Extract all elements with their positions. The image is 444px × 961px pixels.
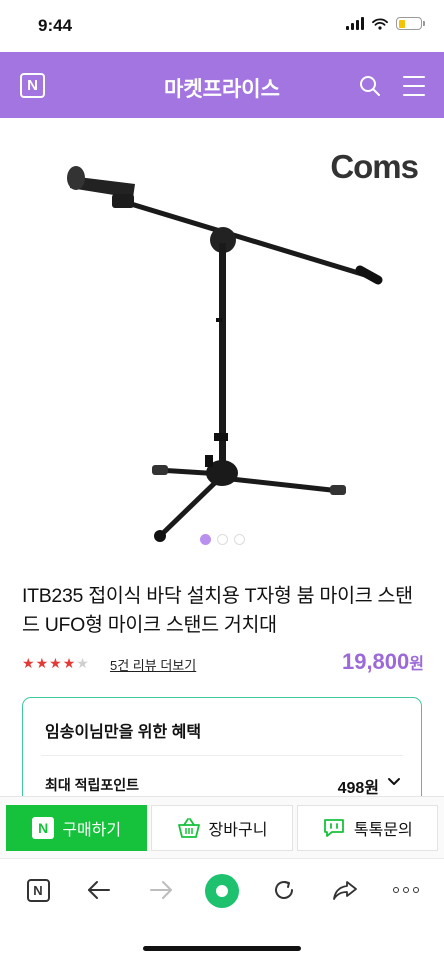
- green-dot-icon: [205, 874, 239, 908]
- price-unit: 원: [409, 656, 424, 673]
- home-indicator: [143, 946, 301, 951]
- star-filled-icon: ★: [35, 655, 49, 671]
- talk-button[interactable]: 톡톡문의: [296, 805, 438, 851]
- signal-icon: [346, 17, 364, 30]
- n-logo-icon: N: [26, 878, 50, 902]
- bottom-action-bar: N 구매하기 장바구니 톡톡문의: [0, 796, 444, 858]
- reload-button[interactable]: [269, 875, 299, 905]
- more-button[interactable]: [391, 875, 421, 905]
- more-icon: [393, 887, 419, 893]
- chevron-down-icon[interactable]: [387, 776, 401, 788]
- app-header: N 마켓프라이스: [0, 52, 444, 118]
- wifi-icon: [372, 17, 388, 30]
- browser-toolbar: N: [0, 858, 444, 961]
- reload-icon: [275, 881, 293, 899]
- buy-button[interactable]: N 구매하기: [6, 805, 148, 851]
- menu-icon[interactable]: [403, 76, 425, 96]
- buy-label: 구매하기: [62, 822, 122, 839]
- carousel-dot[interactable]: [233, 534, 245, 545]
- carousel-dot[interactable]: [216, 534, 228, 545]
- divider: [41, 755, 403, 756]
- product-image-carousel[interactable]: Coms: [0, 118, 444, 564]
- points-label: 최대 적립포인트: [45, 777, 140, 793]
- status-bar: 9:44: [0, 0, 444, 52]
- cart-label: 장바구니: [208, 822, 268, 839]
- star-empty-icon: ★: [76, 655, 89, 671]
- back-icon: [88, 881, 110, 899]
- review-link[interactable]: 5건 리뷰 더보기: [110, 655, 196, 674]
- green-dot-button[interactable]: [204, 873, 240, 909]
- talk-label: 톡톡문의: [353, 822, 413, 839]
- share-icon: [333, 881, 357, 900]
- status-icons: [346, 17, 425, 30]
- rating-stars: ★ ★ ★ ★ ★: [22, 655, 89, 672]
- star-filled-icon: ★: [49, 655, 62, 671]
- cart-button[interactable]: 장바구니: [151, 805, 293, 851]
- search-icon[interactable]: [358, 74, 382, 98]
- star-filled-icon: ★: [62, 655, 76, 671]
- price: 19,800원: [342, 649, 424, 675]
- chat-icon: [323, 819, 344, 837]
- product-title: ITB235 접이식 바닥 설치용 T자형 붐 마이크 스탠드 UFO형 마이크…: [22, 585, 413, 636]
- carousel-indicator: [0, 534, 444, 545]
- carousel-dot[interactable]: [199, 534, 211, 545]
- forward-button[interactable]: [146, 875, 176, 905]
- browser-home-button[interactable]: N: [23, 875, 53, 905]
- points-value[interactable]: 498원: [338, 774, 379, 798]
- benefit-title: 임송이님만을 위한 혜택: [45, 724, 202, 741]
- status-time: 9:44: [38, 16, 73, 35]
- price-value: 19,800: [341, 649, 410, 674]
- back-button[interactable]: [84, 875, 114, 905]
- naver-pay-icon: N: [32, 817, 55, 839]
- brand-logo: Coms: [330, 148, 419, 185]
- share-button[interactable]: [330, 875, 360, 905]
- star-filled-icon: ★: [22, 655, 35, 671]
- forward-icon: [150, 881, 172, 899]
- rating-price-row: ★ ★ ★ ★ ★ 5건 리뷰 더보기 19,800원: [22, 649, 426, 676]
- basket-icon: [177, 818, 200, 838]
- battery-icon: [396, 17, 425, 30]
